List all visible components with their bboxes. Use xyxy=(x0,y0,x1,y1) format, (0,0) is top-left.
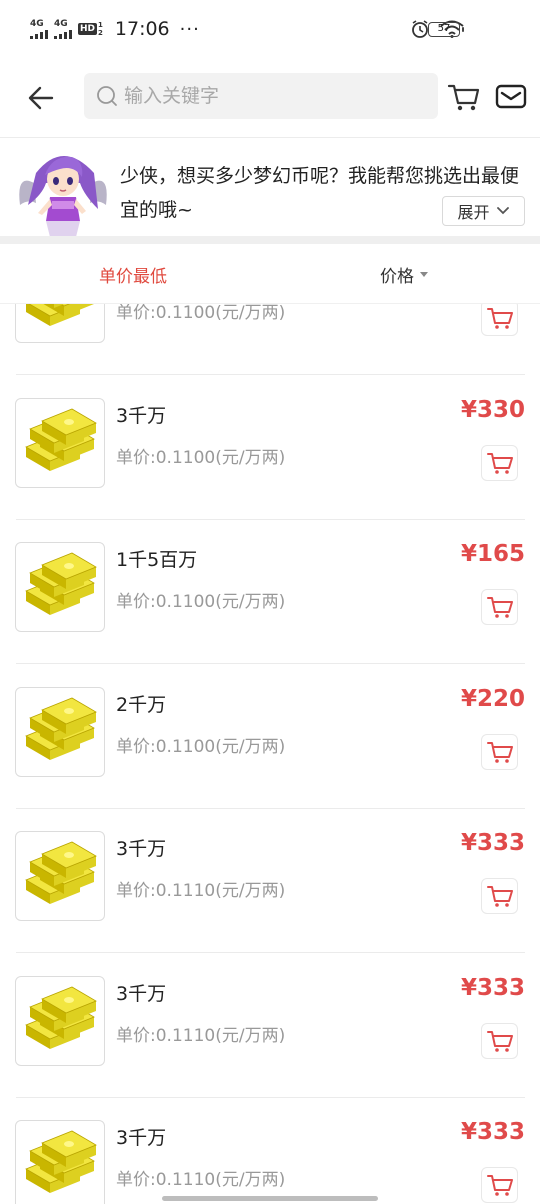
unit-price: 单价:0.1110(元/万两) xyxy=(116,1026,286,1046)
add-to-cart-button[interactable] xyxy=(481,589,518,625)
messages-button[interactable] xyxy=(494,78,528,114)
product-item[interactable]: 3千万 单价:0.1110(元/万两) ¥333 xyxy=(0,808,540,953)
gold-bars-image xyxy=(15,831,105,921)
add-to-cart-button[interactable] xyxy=(481,1023,518,1059)
cart-icon xyxy=(486,886,513,907)
sort-tab-price-label: 价格 xyxy=(380,267,414,287)
signal-label: 4G xyxy=(54,18,68,29)
gold-bars-image xyxy=(15,1120,105,1204)
product-name: 3千万 xyxy=(116,983,167,1005)
status-time: 17:06 xyxy=(114,18,170,40)
caret-down-icon xyxy=(420,272,428,277)
signal-label: 4G xyxy=(30,18,44,29)
unit-price: 单价:0.1110(元/万两) xyxy=(116,881,286,901)
product-price: ¥333 xyxy=(460,975,525,1001)
sort-bar: 单价最低 价格 xyxy=(0,244,540,304)
add-to-cart-button[interactable] xyxy=(481,1167,518,1203)
expand-button[interactable]: 展开 xyxy=(442,196,525,226)
cart-icon xyxy=(486,742,513,763)
unit-price: 单价:0.1100(元/万两) xyxy=(116,304,286,323)
gold-bars-image xyxy=(15,304,105,343)
cart-icon xyxy=(486,453,513,474)
status-bar: 4G 4G HD 12 17:06 ··· 57 xyxy=(0,0,540,62)
unit-price: 单价:0.1100(元/万两) xyxy=(116,737,286,757)
section-divider xyxy=(0,236,540,244)
product-item[interactable]: 3千万 单价:0.1100(元/万两) ¥330 xyxy=(0,375,540,520)
gold-bars-image xyxy=(15,542,105,632)
battery-indicator: 57 xyxy=(428,22,464,37)
product-name: 1千5百万 xyxy=(116,549,198,571)
cart-icon xyxy=(486,1175,513,1196)
product-price: ¥220 xyxy=(460,686,525,712)
assistant-banner: 少侠，想买多少梦幻币呢？我能帮您挑选出最便宜的哦~ 展开 xyxy=(0,139,540,238)
cart-button[interactable] xyxy=(447,78,481,114)
product-name: 3千万 xyxy=(116,838,167,860)
product-name: 2千万 xyxy=(116,694,167,716)
product-item[interactable]: 单价:0.1100(元/万两) xyxy=(0,304,540,375)
product-name: 3千万 xyxy=(116,405,167,427)
product-name: 3千万 xyxy=(116,1127,167,1149)
add-to-cart-button[interactable] xyxy=(481,445,518,481)
top-navigation xyxy=(0,62,540,138)
gold-bars-image xyxy=(15,398,105,488)
search-input[interactable] xyxy=(124,85,424,107)
product-item[interactable]: 3千万 单价:0.1110(元/万两) ¥333 xyxy=(0,953,540,1098)
product-price: ¥165 xyxy=(460,541,525,567)
product-price: ¥330 xyxy=(460,397,525,423)
cart-icon xyxy=(486,308,513,329)
unit-price: 单价:0.1100(元/万两) xyxy=(116,592,286,612)
home-indicator[interactable] xyxy=(162,1196,378,1201)
back-arrow-icon xyxy=(28,86,54,110)
sort-tab-unit-price[interactable]: 单价最低 xyxy=(99,262,167,287)
add-to-cart-button[interactable] xyxy=(481,304,518,336)
product-price: ¥333 xyxy=(460,1119,525,1145)
assistant-avatar xyxy=(14,143,112,237)
more-notifications-icon: ··· xyxy=(179,18,200,40)
gold-bars-image xyxy=(15,687,105,777)
unit-price: 单价:0.1100(元/万两) xyxy=(116,448,286,468)
product-list: 单价:0.1100(元/万两) 3千万 单价:0.1100(元/万两) ¥330… xyxy=(0,304,540,1204)
chevron-down-icon xyxy=(496,207,509,215)
hd-voice-icon: HD 12 xyxy=(78,21,103,37)
sort-tab-price[interactable]: 价格 xyxy=(380,262,428,287)
alarm-icon xyxy=(412,20,428,38)
gold-bars-image xyxy=(15,976,105,1066)
back-button[interactable] xyxy=(22,78,62,118)
product-item[interactable]: 3千万 单价:0.1110(元/万两) ¥333 xyxy=(0,1097,540,1204)
shopping-cart-icon xyxy=(447,84,480,111)
unit-price: 单价:0.1110(元/万两) xyxy=(116,1170,286,1190)
signal-icon: 4G xyxy=(54,18,72,39)
add-to-cart-button[interactable] xyxy=(481,734,518,770)
signal-icon: 4G xyxy=(30,18,48,39)
product-item[interactable]: 2千万 单价:0.1100(元/万两) ¥220 xyxy=(0,664,540,809)
mail-icon xyxy=(495,84,527,109)
cart-icon xyxy=(486,597,513,618)
product-item[interactable]: 1千5百万 单价:0.1100(元/万两) ¥165 xyxy=(0,519,540,664)
add-to-cart-button[interactable] xyxy=(481,878,518,914)
cart-icon xyxy=(486,1031,513,1052)
search-box[interactable] xyxy=(84,73,438,119)
search-icon xyxy=(97,86,117,106)
expand-label: 展开 xyxy=(457,203,490,222)
product-price: ¥333 xyxy=(460,830,525,856)
